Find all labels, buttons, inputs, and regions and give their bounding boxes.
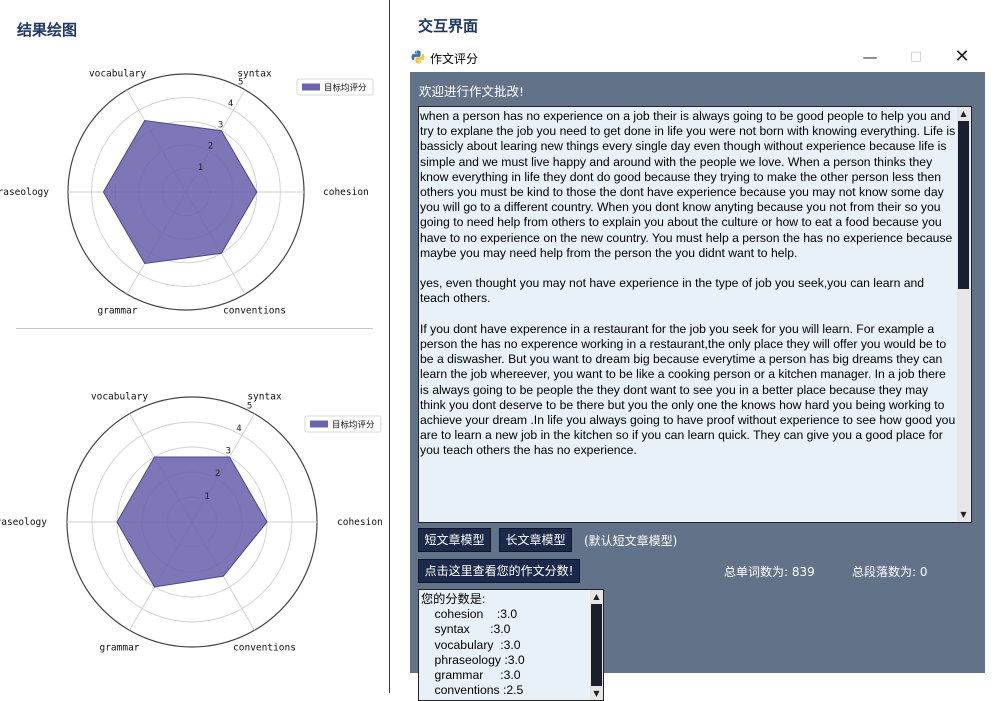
right-heading: 交互界面 (418, 17, 479, 35)
radar-axis-label-conventions: conventions (223, 306, 286, 317)
left-heading: 结果绘图 (17, 21, 78, 39)
radar-ring-label: 3 (218, 120, 223, 130)
score-row: syntax :3.0 (421, 622, 511, 637)
scroll-up-arrow-icon[interactable]: ▲ (957, 107, 970, 120)
python-icon (411, 50, 425, 64)
scroll-thumb[interactable] (591, 604, 602, 686)
radar-axis-label-vocabulary: vocabulary (91, 391, 148, 402)
scroll-thumb[interactable] (958, 121, 969, 289)
essay-paragraph: when a person has no experience on a job… (420, 109, 956, 260)
window-client-area: 欢迎进行作文批改! when a person has no experienc… (410, 72, 985, 701)
radar-axis-label-vocabulary: vocabulary (89, 68, 146, 79)
score-textarea[interactable]: 您的分数是: cohesion :3.0 syntax :3.0 vocabul… (418, 589, 604, 701)
app-window: 作文评分 — □ ✕ 欢迎进行作文批改! when a person has n… (405, 42, 985, 701)
radar-area (102, 119, 258, 265)
score-text[interactable]: 您的分数是: cohesion :3.0 syntax :3.0 vocabul… (421, 592, 589, 698)
legend-swatch (302, 83, 320, 91)
radar-axis-label-syntax: syntax (237, 68, 272, 79)
paragraph-count-label: 总段落数为: 0 (852, 565, 928, 579)
legend-swatch (310, 420, 328, 428)
short-model-button[interactable]: 短文章模型 (418, 528, 491, 552)
default-model-note: (默认短文章模型) (584, 534, 678, 548)
close-button[interactable]: ✕ (939, 42, 985, 72)
radar-axis-label-grammar: grammar (97, 306, 137, 317)
long-model-button[interactable]: 长文章模型 (499, 528, 572, 552)
scroll-up-arrow-icon[interactable]: ▲ (590, 590, 603, 603)
essay-scrollbar[interactable]: ▲ ▼ (957, 107, 970, 521)
radar-ring-label: 2 (215, 469, 220, 479)
radar-ring-label: 1 (204, 492, 209, 502)
score-row: vocabulary :3.0 (421, 637, 521, 652)
radar-ring-label: 4 (228, 99, 233, 109)
radar-area (116, 456, 268, 588)
radar-axis-label-phraseology: phraseology (0, 187, 49, 198)
score-row: phraseology :3.0 (421, 652, 525, 667)
window-titlebar[interactable]: 作文评分 — □ ✕ (405, 42, 985, 72)
view-score-button[interactable]: 点击这里查看您的作文分数! (418, 559, 580, 583)
window-title: 作文评分 (430, 52, 479, 66)
radar-ring-label: 3 (226, 447, 231, 457)
score-header: 您的分数是: (421, 592, 486, 606)
radar-axis-label-syntax: syntax (247, 391, 282, 402)
radar-ring-label: 4 (236, 424, 241, 434)
essay-paragraph: yes, even thought you may not have exper… (420, 276, 925, 306)
score-row: conventions :2.5 (421, 683, 524, 698)
essay-text[interactable]: when a person has no experience on a job… (420, 109, 956, 519)
radar-axis-label-cohesion: cohesion (337, 517, 383, 528)
legend-label: 目标均评分 (332, 420, 375, 431)
essay-textarea[interactable]: when a person has no experience on a job… (418, 106, 972, 523)
panel-divider (389, 0, 390, 693)
score-row: cohesion :3.0 (421, 607, 518, 622)
scroll-down-arrow-icon[interactable]: ▼ (590, 687, 603, 700)
radar-axis-label-grammar: grammar (99, 643, 139, 654)
radar-axis-label-cohesion: cohesion (323, 187, 369, 198)
maximize-button[interactable]: □ (893, 42, 939, 72)
radar-chart-2: 1 2 3 4 5 cohesion syntax vocabulary phraseology… (0, 391, 383, 654)
radar-ring-label: 1 (198, 163, 203, 173)
minimize-button[interactable]: — (847, 42, 893, 72)
radar-axis-label-conventions: conventions (233, 643, 296, 654)
radar-chart-1: 12345cohesionsyntaxvocabularyphraseology… (0, 68, 374, 317)
score-scrollbar[interactable]: ▲ ▼ (590, 590, 603, 700)
word-count-label: 总单词数为: 839 (724, 565, 815, 579)
radar-axis-label-phraseology: phraseology (0, 517, 47, 528)
legend-label: 目标均评分 (324, 83, 367, 94)
scroll-down-arrow-icon[interactable]: ▼ (957, 508, 970, 521)
score-row: grammar :3.0 (421, 668, 521, 683)
welcome-label: 欢迎进行作文批改! (419, 84, 525, 99)
radar-ring-label: 2 (208, 142, 213, 152)
radar-ring-label: 5 (247, 401, 252, 411)
essay-paragraph: If you dont have experence in a restaura… (420, 321, 956, 458)
